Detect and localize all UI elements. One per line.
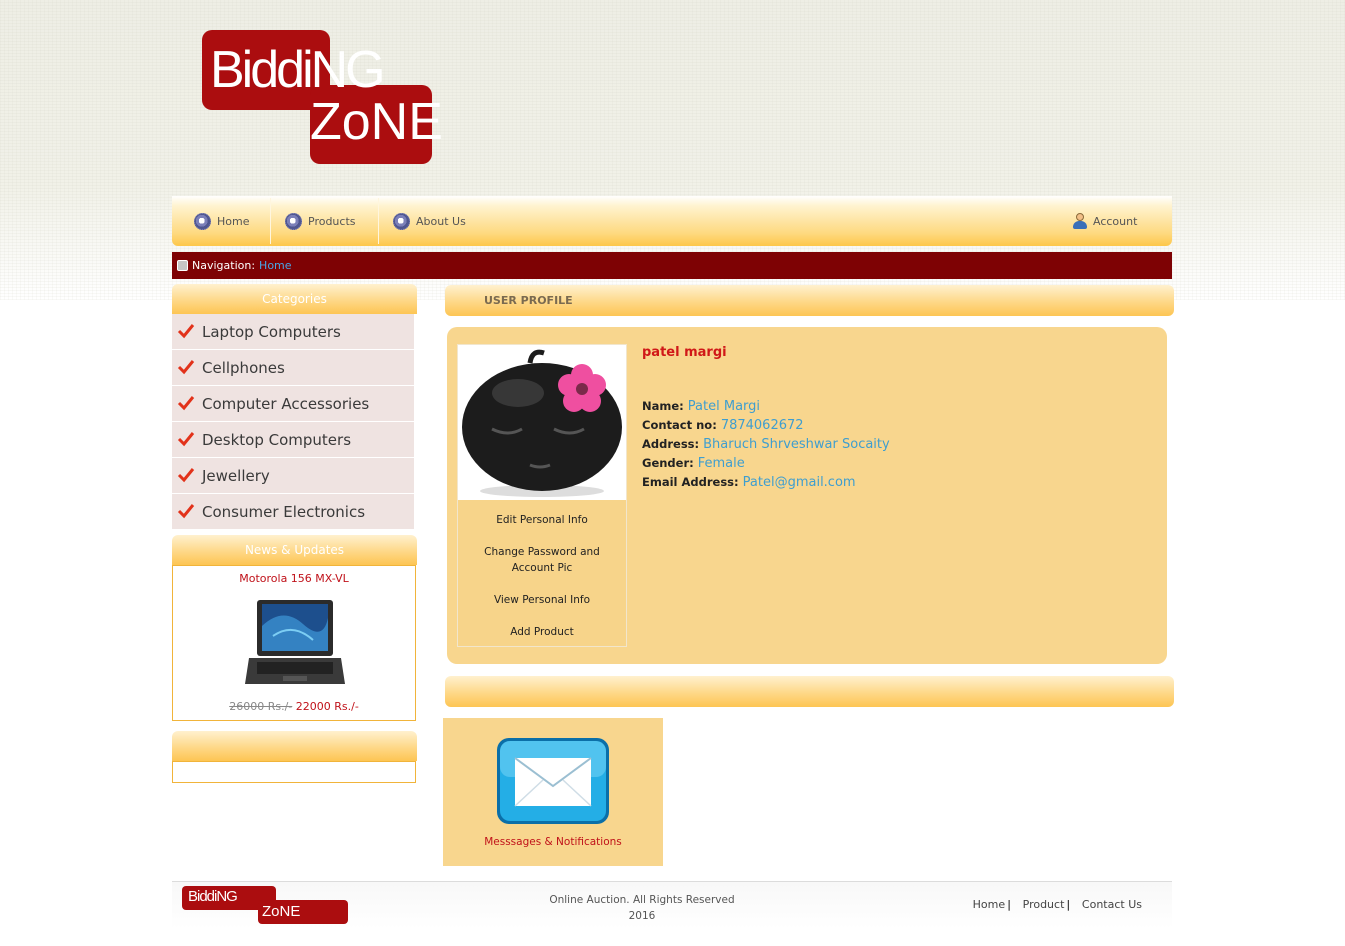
avatar [458, 345, 626, 500]
field-label: Address: [642, 437, 700, 451]
news-item-price: 26000 Rs./- 22000 Rs./- [173, 700, 415, 713]
nav-about-us[interactable]: About Us [393, 196, 466, 246]
category-item[interactable]: Computer Accessories [172, 386, 414, 421]
checkmark-icon [177, 360, 195, 375]
category-label: Laptop Computers [202, 322, 341, 341]
envelope-icon[interactable] [495, 736, 611, 826]
gear-icon [285, 212, 302, 230]
nav-account[interactable]: Account [1072, 196, 1137, 246]
profile-field-address: Address: Bharuch Shrveshwar Socaity [642, 437, 890, 452]
avatar-card: Edit Personal Info Change Password and A… [457, 344, 627, 647]
footer-link-product[interactable]: Product [1023, 898, 1065, 911]
copyright-line1: Online Auction. All Rights Reserved [549, 894, 735, 906]
nav-divider [378, 198, 379, 244]
gear-icon [194, 212, 211, 230]
copyright-line2: 2016 [628, 910, 656, 922]
profile-field-email: Email Address: Patel@gmail.com [642, 475, 856, 490]
category-label: Cellphones [202, 358, 285, 377]
avatar-image [462, 349, 622, 497]
breadcrumb-prefix: Navigation: [192, 259, 256, 272]
nav-home-label: Home [217, 214, 250, 228]
add-product-link[interactable]: Add Product [458, 624, 626, 640]
profile-field-gender: Gender: Female [642, 456, 745, 471]
category-label: Jewellery [202, 466, 270, 485]
profile-container: Edit Personal Info Change Password and A… [447, 327, 1167, 664]
category-label: Desktop Computers [202, 430, 352, 449]
profile-display-name: patel margi [642, 345, 727, 360]
nav-products-label: Products [308, 214, 356, 228]
footer-logo-text-line2: ZoNE [262, 903, 301, 920]
top-navigation: Home Products About Us Account [172, 196, 1172, 246]
change-password-link[interactable]: Change Password and Account Pic [458, 544, 626, 576]
category-item[interactable]: Desktop Computers [172, 422, 414, 457]
checkmark-icon [177, 504, 195, 519]
category-label: Consumer Electronics [202, 502, 366, 521]
field-label: Contact no: [642, 418, 717, 432]
user-profile-header: USER PROFILE [445, 285, 1174, 316]
laptop-image[interactable] [243, 596, 347, 690]
breadcrumb-icon [177, 260, 188, 271]
footer-link-separator: | [1007, 898, 1012, 911]
old-price: 26000 Rs./- [229, 700, 293, 713]
footer-link-separator: | [1066, 898, 1071, 911]
nav-account-label: Account [1093, 214, 1138, 228]
categories-header: Categories [172, 284, 417, 314]
field-value: 7874062672 [720, 418, 804, 433]
section-divider-bar [445, 676, 1174, 707]
news-header: News & Updates [172, 535, 417, 565]
profile-field-contact: Contact no: 7874062672 [642, 418, 804, 433]
messages-label[interactable]: Messsages & Notifications [443, 836, 663, 848]
field-label: Gender: [642, 456, 694, 470]
news-panel: Motorola 156 MX-VL 26000 Rs./- 22000 Rs.… [172, 565, 416, 721]
checkmark-icon [177, 432, 195, 447]
category-item[interactable]: Consumer Electronics [172, 494, 414, 529]
nav-divider [270, 198, 271, 244]
breadcrumb: Navigation: Home [172, 252, 1172, 279]
new-price: 22000 Rs./- [295, 700, 359, 713]
nav-about-label: About Us [416, 214, 466, 228]
user-icon [1072, 213, 1088, 229]
empty-box-header [172, 731, 417, 761]
checkmark-icon [177, 396, 195, 411]
site-logo[interactable]: BiddiNG ZoNE [202, 30, 443, 164]
edit-personal-info-link[interactable]: Edit Personal Info [458, 512, 626, 528]
news-item-title[interactable]: Motorola 156 MX-VL [173, 572, 415, 585]
field-value: Female [697, 456, 745, 471]
category-item[interactable]: Laptop Computers [172, 314, 414, 349]
category-label: Computer Accessories [202, 394, 370, 413]
footer-copyright: Online Auction. All Rights Reserved 2016 [532, 892, 752, 924]
gear-icon [393, 212, 410, 230]
view-personal-info-link[interactable]: View Personal Info [458, 592, 626, 608]
field-value: Bharuch Shrveshwar Socaity [703, 437, 890, 452]
footer-link-home[interactable]: Home [973, 898, 1005, 911]
footer-link-contact[interactable]: Contact Us [1082, 898, 1142, 911]
field-label: Name: [642, 399, 684, 413]
category-item[interactable]: Cellphones [172, 350, 414, 385]
checkmark-icon [177, 468, 195, 483]
footer-logo-text-line1: BiddiNG [188, 888, 238, 905]
nav-products[interactable]: Products [285, 196, 356, 246]
logo-text-line2: ZoNE [310, 93, 443, 151]
breadcrumb-home-link[interactable]: Home [259, 259, 291, 272]
category-item[interactable]: Jewellery [172, 458, 414, 493]
categories-list: Laptop Computers Cellphones Computer Acc… [172, 314, 414, 530]
logo-text-line1: BiddiNG [210, 41, 386, 99]
empty-panel [172, 761, 416, 783]
footer-logo[interactable]: BiddiNG ZoNE [182, 886, 348, 924]
messages-card[interactable]: Messsages & Notifications [443, 718, 663, 866]
checkmark-icon [177, 324, 195, 339]
field-label: Email Address: [642, 475, 739, 489]
field-value: Patel Margi [687, 399, 761, 414]
footer-links: Home | Product | Contact Us [973, 898, 1142, 911]
profile-field-name: Name: Patel Margi [642, 399, 760, 414]
footer: BiddiNG ZoNE Online Auction. All Rights … [172, 881, 1172, 929]
field-value: Patel@gmail.com [742, 475, 856, 490]
nav-home[interactable]: Home [194, 196, 249, 246]
